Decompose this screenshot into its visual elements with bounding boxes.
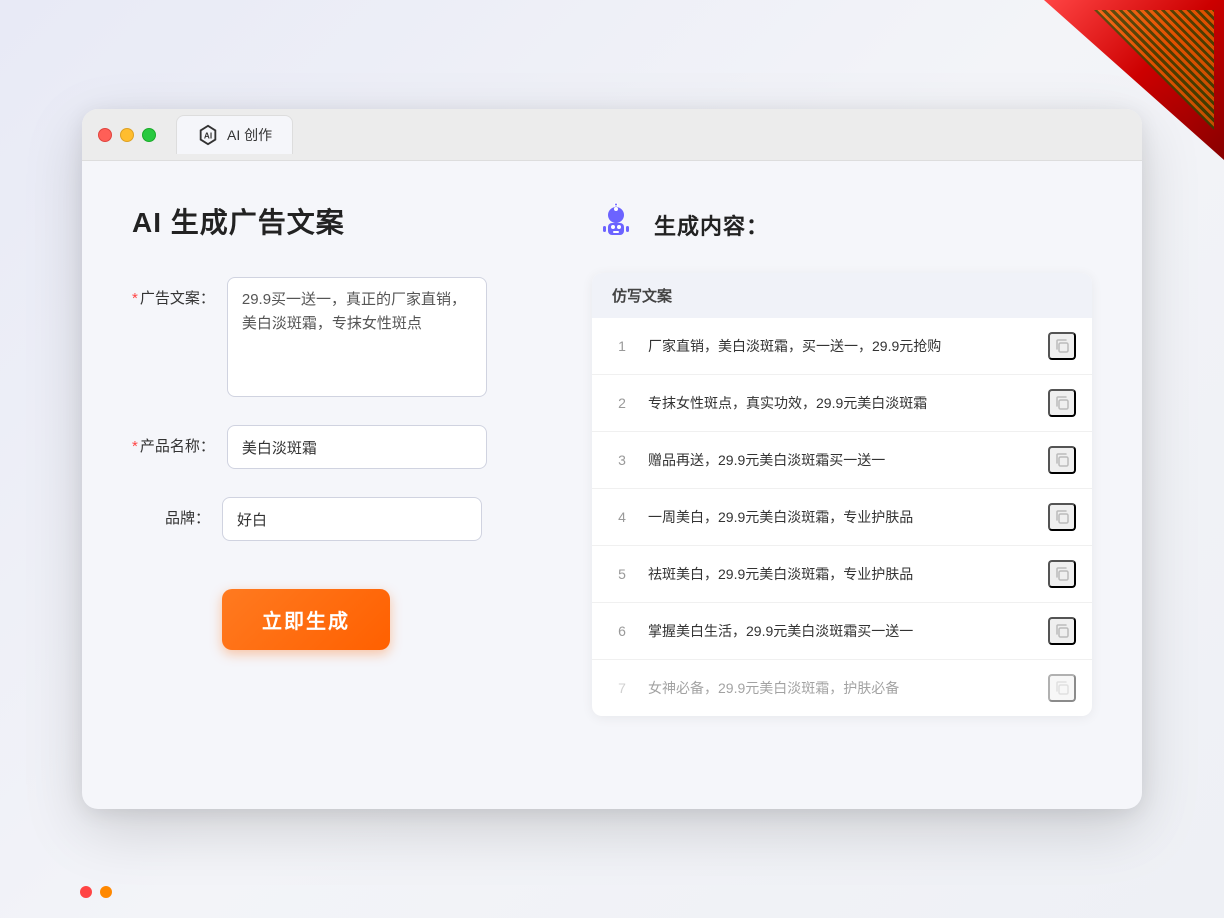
table-row: 3 赠品再送，29.9元美白淡斑霜买一送一 bbox=[592, 432, 1092, 489]
product-name-row: *产品名称： bbox=[132, 425, 532, 469]
row-number: 2 bbox=[608, 395, 636, 411]
page-title: AI 生成广告文案 bbox=[132, 201, 532, 241]
copy-icon bbox=[1054, 452, 1070, 468]
copy-icon bbox=[1054, 338, 1070, 354]
row-number: 7 bbox=[608, 680, 636, 696]
result-header: 生成内容： bbox=[592, 201, 1092, 249]
browser-window: AI AI 创作 AI 生成广告文案 *广告文案： 29.9买一送一，真正的厂家… bbox=[82, 109, 1142, 809]
tab-label: AI 创作 bbox=[227, 125, 272, 145]
titlebar: AI AI 创作 bbox=[82, 109, 1142, 161]
result-title: 生成内容： bbox=[654, 209, 769, 241]
copy-button[interactable] bbox=[1048, 503, 1076, 531]
content-area: AI 生成广告文案 *广告文案： 29.9买一送一，真正的厂家直销，美白淡斑霜，… bbox=[82, 161, 1142, 809]
row-number: 4 bbox=[608, 509, 636, 525]
ad-copy-label: *广告文案： bbox=[132, 277, 227, 308]
product-name-required: * bbox=[132, 438, 138, 455]
copy-button[interactable] bbox=[1048, 389, 1076, 417]
row-text: 专抹女性斑点，真实功效，29.9元美白淡斑霜 bbox=[648, 393, 1048, 414]
left-panel: AI 生成广告文案 *广告文案： 29.9买一送一，真正的厂家直销，美白淡斑霜，… bbox=[132, 201, 532, 769]
minimize-button[interactable] bbox=[120, 128, 134, 142]
ad-copy-textarea[interactable]: 29.9买一送一，真正的厂家直销，美白淡斑霜，专抹女性斑点 bbox=[227, 277, 487, 397]
svg-text:AI: AI bbox=[204, 132, 212, 141]
copy-button[interactable] bbox=[1048, 560, 1076, 588]
row-text: 一周美白，29.9元美白淡斑霜，专业护肤品 bbox=[648, 507, 1048, 528]
product-name-input[interactable] bbox=[227, 425, 487, 469]
robot-icon bbox=[592, 201, 640, 249]
copy-button[interactable] bbox=[1048, 617, 1076, 645]
copy-icon bbox=[1054, 509, 1070, 525]
dot-orange bbox=[100, 886, 112, 898]
row-number: 6 bbox=[608, 623, 636, 639]
result-rows-container: 1 厂家直销，美白淡斑霜，买一送一，29.9元抢购 2 专抹女性斑点，真实功效，… bbox=[592, 318, 1092, 716]
row-text: 女神必备，29.9元美白淡斑霜，护肤必备 bbox=[648, 678, 1048, 699]
copy-button[interactable] bbox=[1048, 332, 1076, 360]
close-button[interactable] bbox=[98, 128, 112, 142]
row-text: 赠品再送，29.9元美白淡斑霜买一送一 bbox=[648, 450, 1048, 471]
row-text: 厂家直销，美白淡斑霜，买一送一，29.9元抢购 bbox=[648, 336, 1048, 357]
copy-button[interactable] bbox=[1048, 446, 1076, 474]
ad-copy-row: *广告文案： 29.9买一送一，真正的厂家直销，美白淡斑霜，专抹女性斑点 bbox=[132, 277, 532, 397]
table-row: 6 掌握美白生活，29.9元美白淡斑霜买一送一 bbox=[592, 603, 1092, 660]
brand-input[interactable] bbox=[222, 497, 482, 541]
table-header: 仿写文案 bbox=[592, 273, 1092, 318]
bottom-decoration bbox=[80, 886, 112, 898]
row-text: 掌握美白生活，29.9元美白淡斑霜买一送一 bbox=[648, 621, 1048, 642]
ad-copy-required: * bbox=[132, 290, 138, 307]
copy-icon bbox=[1054, 623, 1070, 639]
right-panel: 生成内容： 仿写文案 1 厂家直销，美白淡斑霜，买一送一，29.9元抢购 2 专… bbox=[592, 201, 1092, 769]
traffic-lights bbox=[98, 128, 156, 142]
table-row: 7 女神必备，29.9元美白淡斑霜，护肤必备 bbox=[592, 660, 1092, 716]
ai-icon: AI bbox=[197, 124, 219, 146]
result-table: 仿写文案 1 厂家直销，美白淡斑霜，买一送一，29.9元抢购 2 专抹女性斑点，… bbox=[592, 273, 1092, 716]
ai-tab[interactable]: AI AI 创作 bbox=[176, 115, 293, 154]
copy-icon bbox=[1054, 680, 1070, 696]
dot-red bbox=[80, 886, 92, 898]
row-number: 1 bbox=[608, 338, 636, 354]
row-number: 3 bbox=[608, 452, 636, 468]
generate-button[interactable]: 立即生成 bbox=[222, 589, 390, 650]
brand-row: 品牌： bbox=[132, 497, 532, 541]
table-row: 2 专抹女性斑点，真实功效，29.9元美白淡斑霜 bbox=[592, 375, 1092, 432]
row-text: 祛斑美白，29.9元美白淡斑霜，专业护肤品 bbox=[648, 564, 1048, 585]
product-name-label: *产品名称： bbox=[132, 425, 227, 456]
brand-label: 品牌： bbox=[132, 497, 222, 528]
table-row: 4 一周美白，29.9元美白淡斑霜，专业护肤品 bbox=[592, 489, 1092, 546]
table-row: 1 厂家直销，美白淡斑霜，买一送一，29.9元抢购 bbox=[592, 318, 1092, 375]
copy-icon bbox=[1054, 395, 1070, 411]
row-number: 5 bbox=[608, 566, 636, 582]
maximize-button[interactable] bbox=[142, 128, 156, 142]
copy-icon bbox=[1054, 566, 1070, 582]
table-row: 5 祛斑美白，29.9元美白淡斑霜，专业护肤品 bbox=[592, 546, 1092, 603]
copy-button[interactable] bbox=[1048, 674, 1076, 702]
